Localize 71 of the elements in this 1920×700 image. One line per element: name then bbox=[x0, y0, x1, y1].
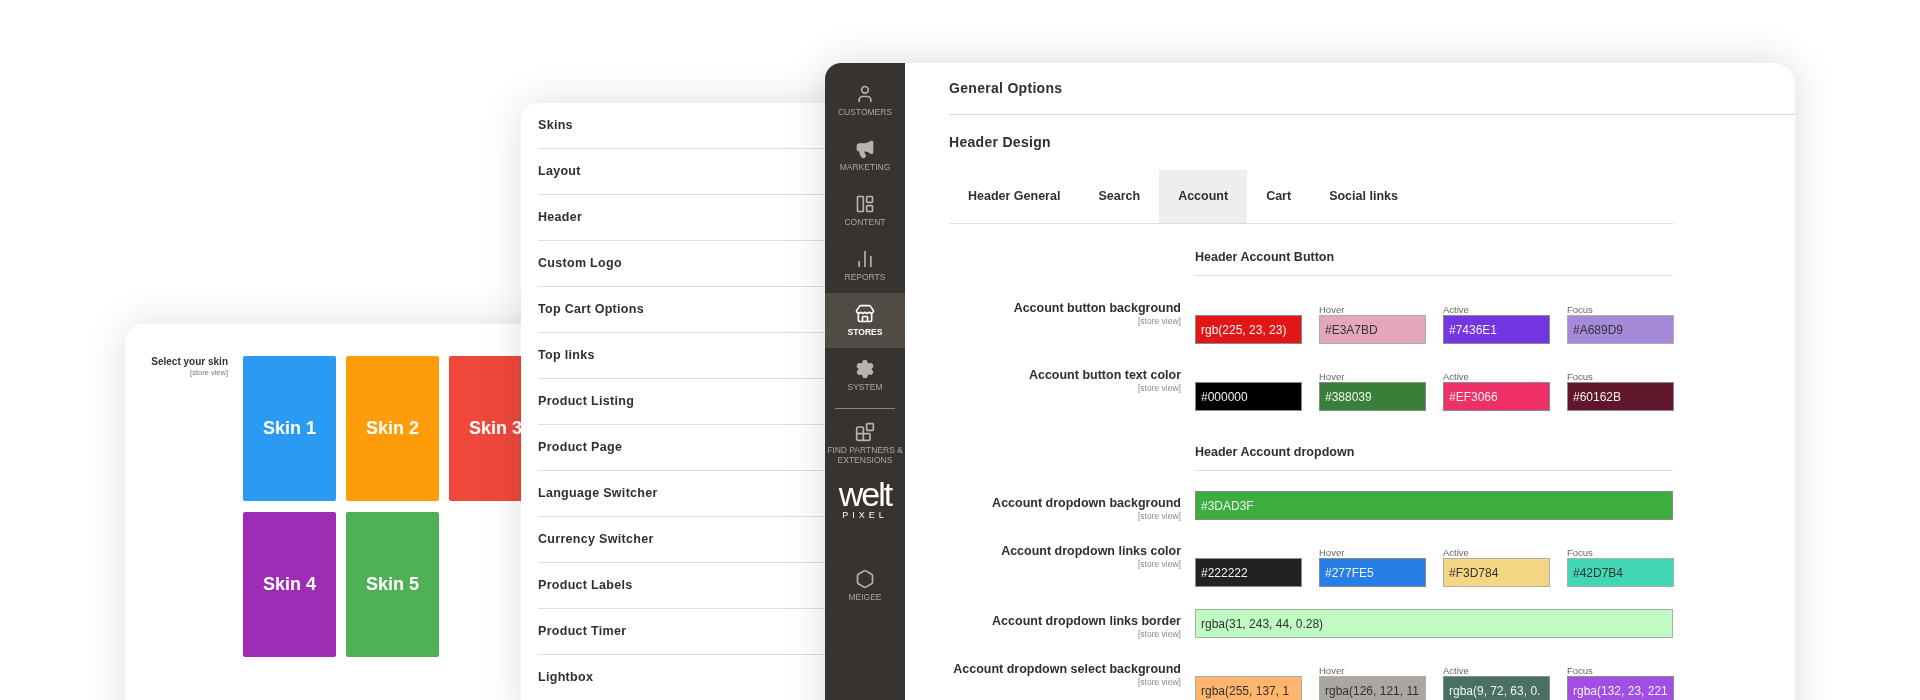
subsection-title: Header Account dropdown bbox=[1195, 445, 1355, 459]
sidebar-item[interactable]: FIND PARTNERS & EXTENSIONS bbox=[825, 414, 905, 472]
skin-title: Skin 2 bbox=[366, 417, 419, 440]
color-field[interactable]: #60162B bbox=[1567, 382, 1674, 411]
field-label: Account button text color bbox=[1028, 368, 1181, 383]
state-caption: Active bbox=[1443, 547, 1469, 558]
state-caption: Hover bbox=[1319, 304, 1345, 315]
field-label: Account dropdown select background bbox=[953, 662, 1181, 677]
bar-chart-icon bbox=[855, 249, 875, 269]
field-label: Account dropdown links border bbox=[992, 614, 1181, 629]
skin-title: Skin 5 bbox=[366, 573, 419, 596]
color-field[interactable]: rgba(255, 137, 1 bbox=[1195, 676, 1302, 700]
color-field[interactable]: rgb(225, 23, 23) bbox=[1195, 315, 1302, 344]
scope-note: [store view] bbox=[1138, 629, 1181, 640]
skin-title: Skin 1 bbox=[263, 417, 316, 440]
skin-tile[interactable]: Skin 4 bbox=[243, 512, 336, 657]
blocks-icon bbox=[855, 421, 875, 442]
megaphone-icon bbox=[855, 139, 875, 159]
sidebar-item[interactable]: CONTENT bbox=[825, 183, 905, 238]
skin-label: Select your skin bbox=[151, 356, 228, 368]
brand-logo[interactable]: welt PIXEL bbox=[831, 478, 899, 521]
scope-note: [store view] bbox=[1138, 383, 1181, 394]
sidebar-item[interactable]: MARKETING bbox=[825, 128, 905, 183]
tab[interactable]: Account bbox=[1159, 170, 1248, 223]
color-field[interactable]: rgba(126, 121, 11 bbox=[1319, 676, 1426, 700]
skin-title: Skin 3 bbox=[469, 417, 522, 440]
scope-note: [store view] bbox=[1138, 559, 1181, 570]
scope-note: [store view] bbox=[1138, 511, 1181, 522]
state-caption: Active bbox=[1443, 371, 1469, 382]
state-caption: Hover bbox=[1319, 371, 1345, 382]
color-field[interactable]: #388039 bbox=[1319, 382, 1426, 411]
color-field[interactable]: rgba(132, 23, 221 bbox=[1567, 676, 1674, 700]
color-field[interactable]: #F3D784 bbox=[1443, 558, 1550, 587]
field-label: Account dropdown links color bbox=[1001, 544, 1181, 559]
sidebar-item[interactable]: STORES bbox=[825, 293, 905, 348]
sidebar-item[interactable]: MEIGEE bbox=[825, 556, 905, 614]
layout-icon bbox=[855, 194, 875, 214]
color-field[interactable]: #42D7B4 bbox=[1567, 558, 1674, 587]
sidebar-item[interactable]: REPORTS bbox=[825, 238, 905, 293]
color-field[interactable]: #EF3066 bbox=[1443, 382, 1550, 411]
state-caption: Focus bbox=[1567, 665, 1593, 676]
field-label: Account dropdown background bbox=[992, 496, 1181, 511]
color-field[interactable]: rgba(9, 72, 63, 0. bbox=[1443, 676, 1550, 700]
store-icon bbox=[855, 304, 875, 324]
color-field[interactable]: #7436E1 bbox=[1443, 315, 1550, 344]
color-field[interactable]: #A689D9 bbox=[1567, 315, 1674, 344]
state-caption: Active bbox=[1443, 304, 1469, 315]
skin-title: Skin 4 bbox=[263, 573, 316, 596]
sidebar-item[interactable]: SYSTEM bbox=[825, 348, 905, 403]
scope-note: [store view] bbox=[1138, 316, 1181, 327]
state-caption: Hover bbox=[1319, 665, 1345, 676]
state-caption: Focus bbox=[1567, 304, 1593, 315]
scope-note: [store view] bbox=[1138, 677, 1181, 688]
color-field[interactable]: rgba(31, 243, 44, 0.28) bbox=[1195, 609, 1673, 638]
group-title: Header Design bbox=[949, 133, 1051, 152]
state-caption: Active bbox=[1443, 665, 1469, 676]
person-icon bbox=[855, 84, 875, 104]
section-title: General Options bbox=[949, 79, 1063, 98]
field-label: Account button background bbox=[1013, 301, 1181, 316]
hexagon-icon bbox=[855, 568, 875, 589]
state-caption: Hover bbox=[1319, 547, 1345, 558]
color-field[interactable]: #000000 bbox=[1195, 382, 1302, 411]
color-field[interactable]: #E3A7BD bbox=[1319, 315, 1426, 344]
sidebar-item[interactable]: CUSTOMERS bbox=[825, 73, 905, 128]
state-caption: Focus bbox=[1567, 547, 1593, 558]
logo-wordmark: welt bbox=[838, 478, 892, 510]
subsection-title: Header Account Button bbox=[1195, 250, 1335, 264]
state-caption: Focus bbox=[1567, 371, 1593, 382]
logo-subtext: PIXEL bbox=[842, 510, 888, 521]
color-field[interactable]: #277FE5 bbox=[1319, 558, 1426, 587]
color-field[interactable]: #222222 bbox=[1195, 558, 1302, 587]
